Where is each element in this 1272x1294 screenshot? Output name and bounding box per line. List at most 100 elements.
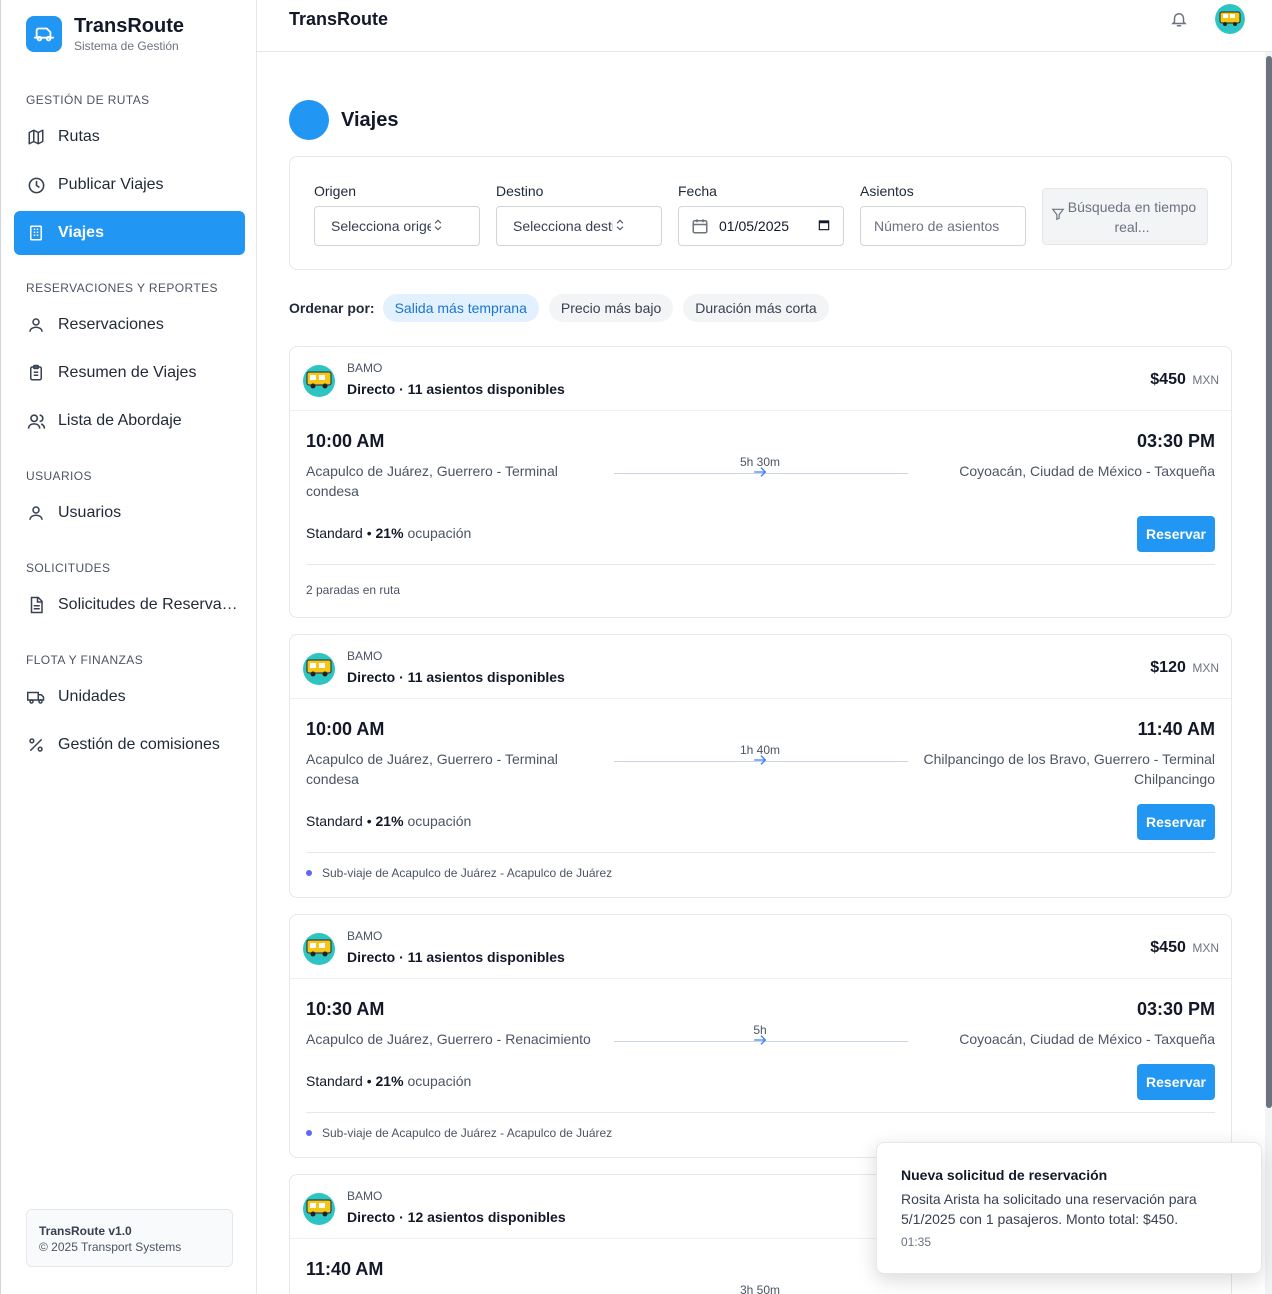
reserve-button[interactable]: Reservar bbox=[1137, 804, 1215, 840]
divider bbox=[306, 1112, 1215, 1113]
realtime-search-label: Búsqueda en tiempo real... bbox=[1067, 198, 1197, 235]
sidebar-item-solicitudes-reservacion[interactable]: Solicitudes de Reservación bbox=[14, 583, 245, 627]
arrival-time: 11:40 AM bbox=[1137, 719, 1215, 739]
seats-input[interactable] bbox=[874, 218, 1013, 234]
price-currency: MXN bbox=[1192, 373, 1219, 387]
scrollbar-thumb[interactable] bbox=[1266, 56, 1272, 1108]
sub-trip-dot bbox=[306, 1130, 312, 1136]
sidebar-item-gestion-comisiones[interactable]: Gestión de comisiones bbox=[14, 723, 245, 767]
origin-select[interactable]: Selecciona origen bbox=[314, 206, 480, 246]
sidebar-item-label: Resumen de Viajes bbox=[58, 364, 197, 381]
bus-logo-icon bbox=[26, 16, 62, 52]
sort-row: Ordenar por: Salida más temprana Precio … bbox=[289, 294, 839, 322]
sort-option-earliest[interactable]: Salida más temprana bbox=[382, 294, 539, 322]
sidebar-item-usuarios[interactable]: Usuarios bbox=[14, 491, 245, 535]
calendar-picker-icon[interactable] bbox=[817, 218, 831, 235]
document-icon bbox=[26, 595, 46, 615]
seats-label: Asientos bbox=[860, 183, 914, 199]
page-icon bbox=[289, 100, 329, 140]
toast-message: Rosita Arista ha solicitado una reservac… bbox=[901, 1191, 1197, 1227]
trip-header: BAMO Directo · 11 asientos disponibles $… bbox=[290, 635, 1231, 699]
trip-body: 10:30 AM 03:30 PM Acapulco de Juárez, Gu… bbox=[290, 979, 1231, 1157]
sidebar-item-label: Usuarios bbox=[58, 504, 122, 521]
clipboard-icon bbox=[26, 363, 46, 383]
origin-location: Acapulco de Juárez, Guerrero - Renacimie… bbox=[306, 1031, 591, 1047]
trip-card: BAMO Directo · 11 asientos disponibles $… bbox=[289, 346, 1232, 618]
divider bbox=[306, 852, 1215, 853]
sort-label: Ordenar por: bbox=[289, 300, 375, 316]
sidebar-item-label: Publicar Viajes bbox=[58, 176, 164, 193]
trip-class: Standard bbox=[306, 813, 363, 829]
trip-header: BAMO Directo · 11 asientos disponibles $… bbox=[290, 347, 1231, 411]
seats-filter: Asientos bbox=[860, 183, 1026, 246]
occupancy: Standard • 21% ocupación bbox=[306, 1073, 472, 1089]
operator-logo-icon bbox=[303, 365, 335, 397]
departure-time: 10:30 AM bbox=[306, 999, 385, 1019]
date-input[interactable]: 01/05/2025 bbox=[678, 206, 844, 246]
operator-logo-icon bbox=[303, 1193, 335, 1225]
occupancy-word: ocupación bbox=[407, 525, 472, 541]
departure-time: 10:00 AM bbox=[306, 719, 385, 739]
sidebar-item-unidades[interactable]: Unidades bbox=[14, 675, 245, 719]
topbar: TransRoute bbox=[257, 0, 1272, 52]
trip-info: Directo · 11 asientos disponibles bbox=[347, 381, 565, 397]
building-icon bbox=[26, 223, 46, 243]
arrival-time: 03:30 PM bbox=[1136, 999, 1215, 1019]
price-amount: $120 bbox=[1150, 659, 1186, 676]
filter-card: Origen Selecciona origen Destino Selecci… bbox=[289, 156, 1232, 270]
occupancy: Standard • 21% ocupación bbox=[306, 813, 472, 829]
reserve-button[interactable]: Reservar bbox=[1137, 516, 1215, 552]
clock-icon bbox=[26, 175, 46, 195]
date-filter: Fecha 01/05/2025 bbox=[678, 183, 844, 246]
map-icon bbox=[26, 127, 46, 147]
date-value: 01/05/2025 bbox=[719, 218, 790, 234]
origin-label: Origen bbox=[314, 183, 357, 199]
chevron-updown-icon bbox=[613, 218, 627, 235]
sort-option-cheapest[interactable]: Precio más bajo bbox=[548, 294, 674, 322]
occupancy-word: ocupación bbox=[407, 1073, 472, 1089]
divider bbox=[306, 564, 1215, 565]
sidebar-item-reservaciones[interactable]: Reservaciones bbox=[14, 303, 245, 347]
origin-placeholder: Selecciona origen bbox=[331, 218, 431, 234]
reserve-button[interactable]: Reservar bbox=[1137, 1064, 1215, 1100]
sort-option-shortest[interactable]: Duración más corta bbox=[683, 294, 829, 322]
avatar[interactable] bbox=[1215, 4, 1245, 34]
section-title-flota: FLOTA Y FINANZAS bbox=[26, 653, 144, 667]
trip-note: Sub-viaje de Acapulco de Juárez - Acapul… bbox=[306, 1126, 612, 1140]
seats-box bbox=[860, 206, 1026, 246]
trip-info: Directo · 11 asientos disponibles bbox=[347, 949, 565, 965]
brand-subtitle: Sistema de Gestión bbox=[74, 39, 179, 53]
trip-card: BAMO Directo · 11 asientos disponibles $… bbox=[289, 634, 1232, 898]
sidebar-item-publicar-viajes[interactable]: Publicar Viajes bbox=[14, 163, 245, 207]
operator-name: BAMO bbox=[347, 649, 383, 663]
user-icon bbox=[26, 315, 46, 335]
notification-toast[interactable]: Nueva solicitud de reservación Rosita Ar… bbox=[876, 1142, 1262, 1274]
sidebar-item-rutas[interactable]: Rutas bbox=[14, 115, 245, 159]
destination-select[interactable]: Selecciona destino bbox=[496, 206, 662, 246]
price-amount: $450 bbox=[1150, 371, 1186, 388]
arrival-time: 03:30 PM bbox=[1136, 431, 1215, 451]
sidebar-item-viajes[interactable]: Viajes bbox=[14, 211, 245, 255]
sidebar-item-lista-abordaje[interactable]: Lista de Abordaje bbox=[14, 399, 245, 443]
sidebar-item-label: Reservaciones bbox=[58, 316, 164, 333]
destination-location: Coyoacán, Ciudad de México - Taxqueña bbox=[959, 463, 1215, 479]
trip-card: BAMO Directo · 11 asientos disponibles $… bbox=[289, 914, 1232, 1158]
trip-body: 10:00 AM 11:40 AM Acapulco de Juárez, Gu… bbox=[290, 699, 1231, 897]
percent-icon bbox=[26, 735, 46, 755]
trip-price: $120 MXN bbox=[1150, 659, 1219, 677]
trip-note: 2 paradas en ruta bbox=[306, 583, 400, 597]
trip-price: $450 MXN bbox=[1150, 371, 1219, 389]
date-label: Fecha bbox=[678, 183, 717, 199]
sidebar-item-resumen-viajes[interactable]: Resumen de Viajes bbox=[14, 351, 245, 395]
sub-trip-note: Sub-viaje de Acapulco de Juárez - Acapul… bbox=[322, 1126, 613, 1140]
section-title-rutas: GESTIÓN DE RUTAS bbox=[26, 93, 150, 107]
sidebar-item-label: Solicitudes de Reservación bbox=[58, 596, 238, 613]
brand[interactable]: TransRoute Sistema de Gestión bbox=[26, 14, 184, 54]
realtime-search-button[interactable]: Búsqueda en tiempo real... bbox=[1042, 188, 1208, 245]
filter-icon bbox=[1051, 207, 1065, 226]
sub-trip-note: Sub-viaje de Acapulco de Juárez - Acapul… bbox=[322, 866, 613, 880]
origin-location: Acapulco de Juárez, Guerrero - Terminal … bbox=[306, 463, 558, 499]
version-info: TransRoute v1.0 © 2025 Transport Systems bbox=[26, 1209, 233, 1267]
bell-icon[interactable] bbox=[1170, 10, 1188, 28]
operator-name: BAMO bbox=[347, 361, 383, 375]
